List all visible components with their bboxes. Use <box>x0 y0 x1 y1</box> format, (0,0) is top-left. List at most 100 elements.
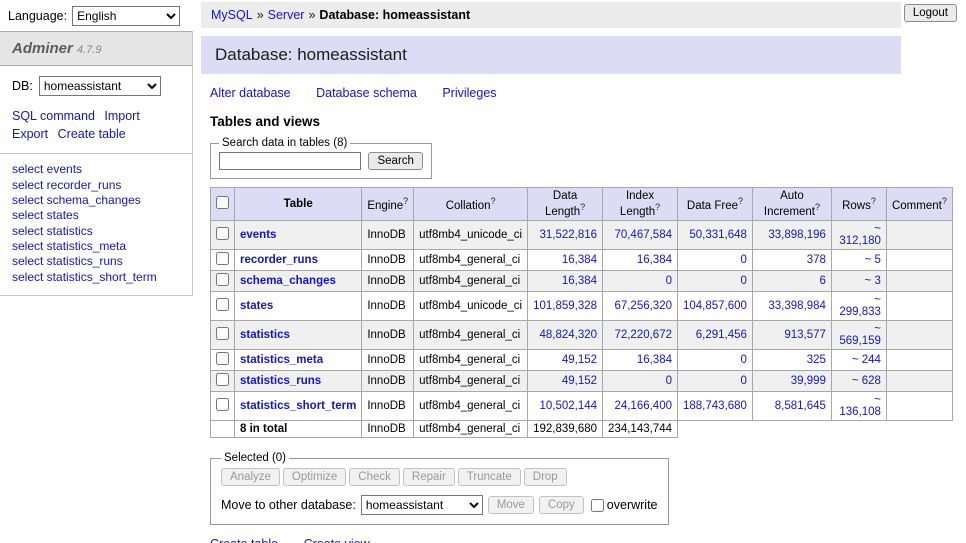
sidebar-action-sql-command[interactable]: SQL command <box>12 109 95 123</box>
table-name-link[interactable]: statistics_meta <box>240 354 323 366</box>
row-checkbox[interactable] <box>216 298 229 311</box>
language-select[interactable]: English <box>72 6 180 26</box>
create-link-create-table[interactable]: Create table <box>210 537 278 543</box>
sidebar-select-statistics-short-term[interactable]: select statistics_short_term <box>12 270 180 285</box>
data-free-link[interactable]: 6,291,456 <box>696 329 747 341</box>
column-help-link[interactable]: ? <box>942 196 947 206</box>
sidebar-action-create-table[interactable]: Create table <box>58 127 126 141</box>
table-name-link[interactable]: statistics <box>240 329 290 341</box>
sidebar-action-import[interactable]: Import <box>104 109 139 123</box>
move-button[interactable]: Move <box>488 496 534 514</box>
row-checkbox[interactable] <box>216 373 229 386</box>
table-name-link[interactable]: statistics_short_term <box>240 400 356 412</box>
db-select[interactable]: homeassistant <box>39 76 161 96</box>
create-link-create-view[interactable]: Create view <box>304 537 370 543</box>
sidebar-select-statistics[interactable]: select statistics <box>12 224 180 239</box>
select-all-checkbox[interactable] <box>216 196 229 209</box>
table-name-link[interactable]: schema_changes <box>240 275 336 287</box>
data-length-link[interactable]: 101,859,328 <box>533 300 597 312</box>
data-free-link[interactable]: 0 <box>741 354 747 366</box>
data-free-link[interactable]: 104,857,600 <box>683 300 747 312</box>
data-free-link[interactable]: 188,743,680 <box>683 400 747 412</box>
data-length-link[interactable]: 31,522,816 <box>539 229 597 241</box>
repair-button[interactable]: Repair <box>403 468 455 486</box>
overwrite-checkbox[interactable] <box>591 499 604 512</box>
column-help-link[interactable]: ? <box>403 196 408 206</box>
row-checkbox[interactable] <box>216 273 229 286</box>
data-free-link[interactable]: 0 <box>741 254 747 266</box>
table-name-link[interactable]: statistics_runs <box>240 375 321 387</box>
drop-button[interactable]: Drop <box>524 468 567 486</box>
rows-count-link[interactable]: ~ 628 <box>852 375 881 387</box>
action-link-privileges[interactable]: Privileges <box>442 86 496 100</box>
truncate-button[interactable]: Truncate <box>458 468 521 486</box>
overwrite-option[interactable]: overwrite <box>591 498 658 512</box>
column-help-link[interactable]: ? <box>738 196 743 206</box>
logout-button[interactable]: Logout <box>904 4 957 22</box>
breadcrumb-link-mysql[interactable]: MySQL <box>211 8 253 22</box>
table-name-link[interactable]: events <box>240 229 276 241</box>
copy-button[interactable]: Copy <box>539 496 584 514</box>
data-free-link[interactable]: 0 <box>741 275 747 287</box>
data-length-link[interactable]: 10,502,144 <box>539 400 597 412</box>
row-checkbox[interactable] <box>216 227 229 240</box>
data-length-link[interactable]: 16,384 <box>562 254 597 266</box>
auto-increment-link[interactable]: 39,999 <box>791 375 826 387</box>
index-length-link[interactable]: 16,384 <box>637 254 672 266</box>
index-length-link[interactable]: 0 <box>666 375 672 387</box>
table-name-link[interactable]: recorder_runs <box>240 254 318 266</box>
rows-count-link[interactable]: ~ 312,180 <box>839 223 881 247</box>
sidebar-select-schema-changes[interactable]: select schema_changes <box>12 193 180 208</box>
auto-increment-link[interactable]: 325 <box>807 354 826 366</box>
row-checkbox[interactable] <box>216 252 229 265</box>
optimize-button[interactable]: Optimize <box>283 468 346 486</box>
column-help-link[interactable]: ? <box>490 196 495 206</box>
index-length-link[interactable]: 24,166,400 <box>614 400 672 412</box>
index-length-link[interactable]: 67,256,320 <box>614 300 672 312</box>
data-length-link[interactable]: 16,384 <box>562 275 597 287</box>
column-help-link[interactable]: ? <box>815 202 820 212</box>
row-checkbox[interactable] <box>216 398 229 411</box>
row-checkbox[interactable] <box>216 352 229 365</box>
index-length-link[interactable]: 72,220,672 <box>614 329 672 341</box>
action-link-database-schema[interactable]: Database schema <box>316 86 417 100</box>
table-name-link[interactable]: states <box>240 300 273 312</box>
sidebar-select-statistics-runs[interactable]: select statistics_runs <box>12 254 180 269</box>
rows-count-link[interactable]: ~ 244 <box>852 354 881 366</box>
data-length-link[interactable]: 48,824,320 <box>539 329 597 341</box>
index-length-link[interactable]: 70,467,584 <box>614 229 672 241</box>
auto-increment-link[interactable]: 913,577 <box>784 329 826 341</box>
sidebar-select-states[interactable]: select states <box>12 208 180 223</box>
search-button[interactable]: Search <box>368 152 422 170</box>
rows-count-link[interactable]: ~ 136,108 <box>839 394 881 418</box>
column-help-link[interactable]: ? <box>871 196 876 206</box>
auto-increment-link[interactable]: 33,898,196 <box>768 229 826 241</box>
analyze-button[interactable]: Analyze <box>221 468 280 486</box>
check-button[interactable]: Check <box>349 468 400 486</box>
data-free-link[interactable]: 0 <box>741 375 747 387</box>
index-length-link[interactable]: 0 <box>666 275 672 287</box>
sidebar-select-recorder-runs[interactable]: select recorder_runs <box>12 178 180 193</box>
auto-increment-link[interactable]: 6 <box>820 275 826 287</box>
index-length-link[interactable]: 16,384 <box>637 354 672 366</box>
action-link-alter-database[interactable]: Alter database <box>210 86 291 100</box>
breadcrumb-link-server[interactable]: Server <box>268 8 305 22</box>
sidebar-select-statistics-meta[interactable]: select statistics_meta <box>12 239 180 254</box>
rows-count-link[interactable]: ~ 569,159 <box>839 323 881 347</box>
auto-increment-link[interactable]: 378 <box>807 254 826 266</box>
search-input[interactable] <box>219 152 361 170</box>
rows-count-link[interactable]: ~ 299,833 <box>839 294 881 318</box>
auto-increment-link[interactable]: 33,398,984 <box>768 300 826 312</box>
data-length-link[interactable]: 49,152 <box>562 354 597 366</box>
auto-increment-link[interactable]: 8,581,645 <box>775 400 826 412</box>
sidebar-action-export[interactable]: Export <box>12 127 48 141</box>
data-free-link[interactable]: 50,331,648 <box>689 229 747 241</box>
column-help-link[interactable]: ? <box>655 202 660 212</box>
row-checkbox[interactable] <box>216 327 229 340</box>
data-length-link[interactable]: 49,152 <box>562 375 597 387</box>
rows-count-link[interactable]: ~ 3 <box>865 275 881 287</box>
move-db-select[interactable]: homeassistant <box>361 495 483 515</box>
rows-count-link[interactable]: ~ 5 <box>865 254 881 266</box>
column-help-link[interactable]: ? <box>580 202 585 212</box>
sidebar-select-events[interactable]: select events <box>12 162 180 177</box>
